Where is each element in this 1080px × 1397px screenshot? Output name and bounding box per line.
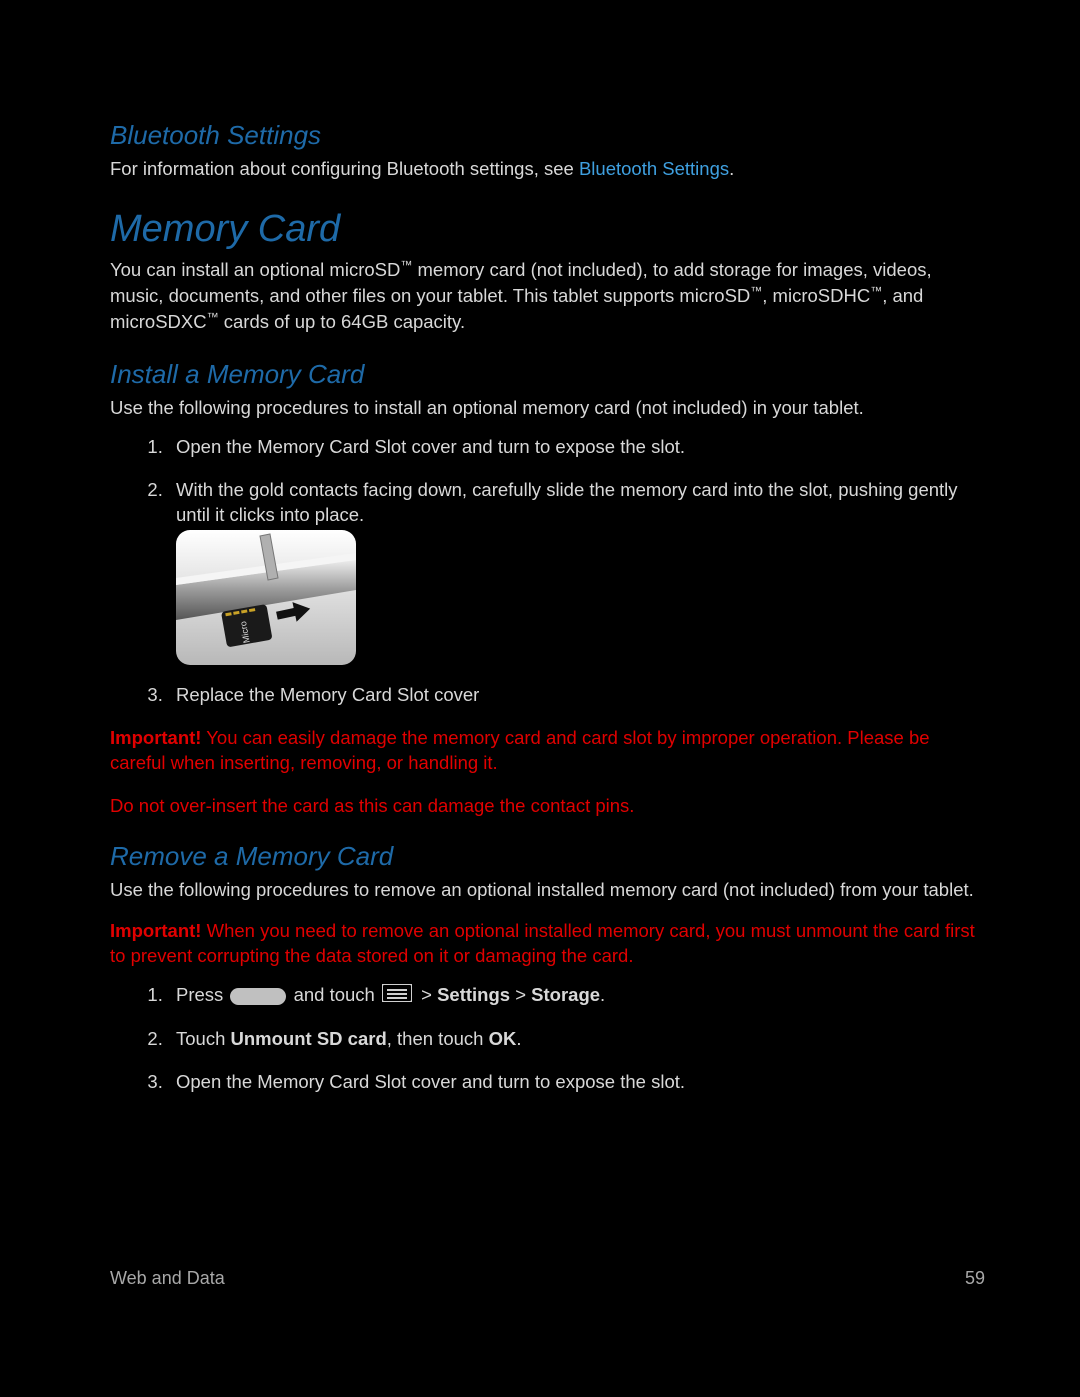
trademark-symbol: ™	[207, 310, 219, 324]
install-steps-list: Open the Memory Card Slot cover and turn…	[168, 435, 985, 708]
text: You can easily damage the memory card an…	[110, 727, 930, 773]
heading-remove-memory-card: Remove a Memory Card	[110, 841, 985, 872]
list-item: Replace the Memory Card Slot cover	[168, 683, 985, 708]
menu-icon	[382, 984, 412, 1009]
list-item: Touch Unmount SD card, then touch OK.	[168, 1027, 985, 1052]
para-memory-intro: You can install an optional microSD™ mem…	[110, 257, 985, 335]
text: , then touch	[387, 1028, 489, 1049]
footer-page-number: 59	[965, 1268, 985, 1289]
trademark-symbol: ™	[870, 284, 882, 298]
text: .	[729, 158, 734, 179]
text: With the gold contacts facing down, care…	[176, 479, 958, 525]
figure-microsd-insert: Micro	[176, 530, 985, 665]
warning-install-handling: Important! You can easily damage the mem…	[110, 726, 985, 776]
footer-section: Web and Data	[110, 1268, 225, 1289]
page-footer: Web and Data 59	[110, 1268, 985, 1289]
warning-over-insert: Do not over-insert the card as this can …	[110, 794, 985, 819]
heading-install-memory-card: Install a Memory Card	[110, 359, 985, 390]
text: Touch	[176, 1028, 231, 1049]
trademark-symbol: ™	[750, 284, 762, 298]
para-bluetooth: For information about configuring Blueto…	[110, 157, 985, 182]
text: .	[516, 1028, 521, 1049]
text: When you need to remove an optional inst…	[110, 920, 975, 966]
heading-bluetooth-settings: Bluetooth Settings	[110, 120, 985, 151]
list-item: Open the Memory Card Slot cover and turn…	[168, 1070, 985, 1095]
important-label: Important!	[110, 920, 201, 941]
list-item: Press and touch > Settings > Storage.	[168, 983, 985, 1009]
settings-label: Settings	[437, 984, 510, 1005]
important-label: Important!	[110, 727, 201, 748]
text: and touch	[288, 984, 380, 1005]
ok-label: OK	[489, 1028, 517, 1049]
list-item: With the gold contacts facing down, care…	[168, 478, 985, 665]
list-item: Open the Memory Card Slot cover and turn…	[168, 435, 985, 460]
text: For information about configuring Blueto…	[110, 158, 579, 179]
para-remove-intro: Use the following procedures to remove a…	[110, 878, 985, 903]
remove-steps-list: Press and touch > Settings > Storage. To…	[168, 983, 985, 1095]
storage-label: Storage	[531, 984, 600, 1005]
unmount-label: Unmount SD card	[231, 1028, 387, 1049]
text: >	[416, 984, 437, 1005]
text: cards of up to 64GB capacity.	[219, 311, 465, 332]
text: .	[600, 984, 605, 1005]
text: , microSDHC	[762, 285, 870, 306]
para-install-intro: Use the following procedures to install …	[110, 396, 985, 421]
text: Press	[176, 984, 228, 1005]
text: >	[510, 984, 531, 1005]
link-bluetooth-settings[interactable]: Bluetooth Settings	[579, 158, 729, 179]
warning-remove-unmount: Important! When you need to remove an op…	[110, 919, 985, 969]
heading-memory-card: Memory Card	[110, 208, 985, 251]
text: You can install an optional microSD	[110, 259, 400, 280]
trademark-symbol: ™	[400, 258, 412, 272]
home-button-icon	[230, 988, 286, 1005]
